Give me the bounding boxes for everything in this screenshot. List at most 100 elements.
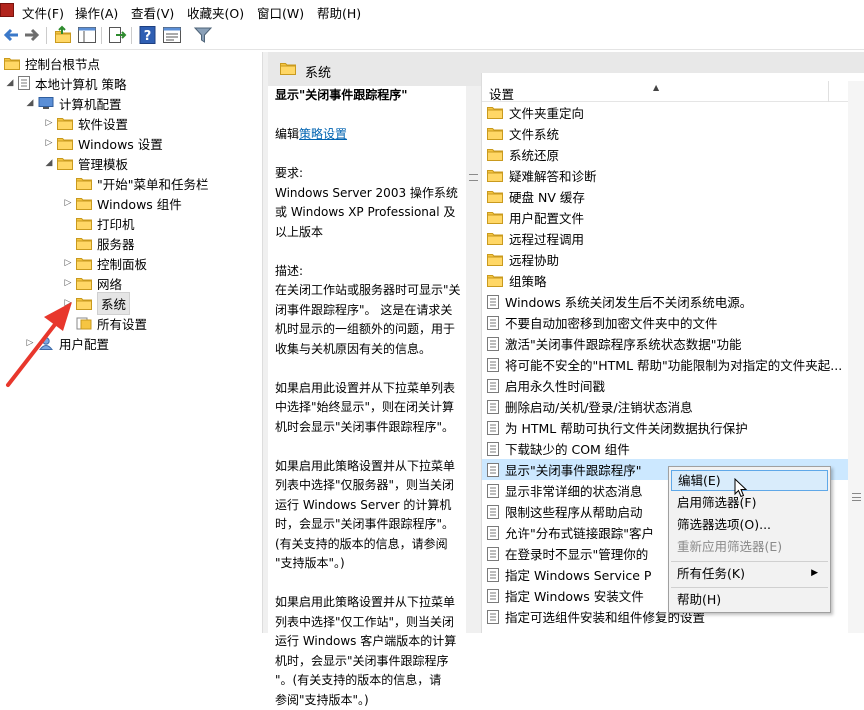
column-divider[interactable] — [828, 81, 829, 102]
policy-setting-icon — [487, 589, 499, 603]
sort-ascending-icon: ▲ — [653, 83, 659, 92]
menu-item-help[interactable]: 帮助(H) — [671, 589, 828, 610]
filter-icon[interactable] — [193, 25, 213, 45]
policy-setting-icon — [487, 400, 499, 414]
tree-item-control-panel[interactable]: ▷ 控制面板 — [62, 253, 147, 273]
expand-arrow-icon[interactable]: ▷ — [62, 198, 74, 208]
edit-policy-link[interactable]: 策略设置 — [299, 127, 347, 141]
expand-arrow-icon[interactable]: ▷ — [24, 338, 36, 348]
help-icon[interactable]: ? — [138, 25, 158, 45]
show-hide-tree-icon[interactable] — [77, 25, 97, 45]
expand-arrow-icon[interactable]: ▷ — [62, 298, 74, 308]
policy-setting-icon — [487, 358, 499, 372]
menu-item-edit[interactable]: 编辑(E) — [671, 470, 828, 491]
description-text: 参阅"支持版本"。) — [275, 691, 466, 710]
description-scrollbar[interactable] — [466, 86, 481, 633]
list-item[interactable]: 组策略 — [482, 270, 848, 291]
tree-item-software-settings[interactable]: ▷ 软件设置 — [43, 113, 128, 133]
list-item[interactable]: 激活"关闭事件跟踪程序系统状态数据"功能 — [482, 333, 848, 354]
menu-favorites[interactable]: 收藏夹(O) — [187, 3, 244, 22]
tree-item-console-root[interactable]: 控制台根节点 — [2, 53, 100, 73]
list-item-label: 组策略 — [509, 271, 547, 290]
description-text: 运行 Windows 客户端版本的计算 — [275, 632, 466, 652]
list-item[interactable]: 启用永久性时间戳 — [482, 375, 848, 396]
tree-item-admin-templates[interactable]: ◢ 管理模板 — [43, 153, 128, 173]
tree-item-windows-components[interactable]: ▷ Windows 组件 — [62, 193, 182, 213]
menu-separator — [671, 587, 828, 588]
menu-file[interactable]: 文件(F) — [22, 3, 64, 22]
tree-item-local-policy[interactable]: ◢ 本地计算机 策略 — [4, 73, 126, 93]
details-title: 系统 — [305, 62, 331, 81]
folder-icon — [487, 148, 503, 161]
up-folder-icon[interactable] — [53, 25, 73, 45]
column-header-setting[interactable]: 设置 — [489, 84, 514, 103]
forward-arrow-icon[interactable] — [22, 25, 42, 45]
folder-icon — [487, 169, 503, 182]
tree-item-start-menu[interactable]: "开始"菜单和任务栏 — [62, 173, 209, 193]
list-item[interactable]: 系统还原 — [482, 144, 848, 165]
list-item-label: 为 HTML 帮助可执行文件关闭数据执行保护 — [505, 418, 748, 437]
policy-setting-icon — [487, 505, 499, 519]
toolbar: ? — [0, 22, 864, 50]
menu-item-all-tasks[interactable]: 所有任务(K) ▶ — [671, 563, 828, 584]
tree-item-user-config[interactable]: ▷ 用户配置 — [24, 333, 109, 353]
list-item-label: 删除启动/关机/登录/注销状态消息 — [505, 397, 693, 416]
list-item[interactable]: 疑难解答和诊断 — [482, 165, 848, 186]
export-list-icon[interactable] — [107, 25, 127, 45]
tree-item-label: 本地计算机 策略 — [35, 74, 126, 93]
description-text: 列表中选择"仅工作站"，则当关闭 — [275, 613, 466, 633]
tree-item-computer-config[interactable]: ◢ 计算机配置 — [24, 93, 122, 113]
policy-setting-icon — [487, 337, 499, 351]
list-item[interactable]: 下载缺少的 COM 组件 — [482, 438, 848, 459]
tree-item-network[interactable]: ▷ 网络 — [62, 273, 122, 293]
toolbar-separator — [46, 27, 47, 44]
list-header: 设置 ▲ — [482, 81, 864, 102]
tree-item-windows-settings[interactable]: ▷ Windows 设置 — [43, 133, 163, 153]
collapse-arrow-icon[interactable]: ◢ — [43, 158, 55, 168]
back-arrow-icon[interactable] — [1, 25, 21, 45]
list-item[interactable]: 将可能不安全的"HTML 帮助"功能限制为对指定的文件夹起... — [482, 354, 848, 375]
policy-setting-icon — [487, 295, 499, 309]
folder-icon — [76, 277, 92, 290]
tree-item-server[interactable]: 服务器 — [62, 233, 135, 253]
list-item[interactable]: 硬盘 NV 缓存 — [482, 186, 848, 207]
folder-icon — [76, 237, 92, 250]
description-text: 中选择"始终显示"，则在闭关计算 — [275, 398, 466, 418]
expand-arrow-icon[interactable]: ▷ — [62, 258, 74, 268]
tree-item-all-settings[interactable]: 所有设置 — [62, 313, 147, 333]
list-item[interactable]: 远程过程调用 — [482, 228, 848, 249]
svg-text:?: ? — [144, 29, 152, 44]
list-item[interactable]: 文件系统 — [482, 123, 848, 144]
menu-item-reapply-filter: 重新应用筛选器(E) — [671, 536, 828, 557]
menu-action[interactable]: 操作(A) — [75, 3, 118, 22]
toolbar-separator — [101, 27, 102, 44]
menu-item-filter-options[interactable]: 筛选器选项(O)... — [671, 514, 828, 535]
list-item[interactable]: 用户配置文件 — [482, 207, 848, 228]
collapse-arrow-icon[interactable]: ◢ — [4, 78, 16, 88]
list-item[interactable]: 远程协助 — [482, 249, 848, 270]
list-item[interactable]: 文件夹重定向 — [482, 102, 848, 123]
tree-item-label: Windows 组件 — [97, 194, 182, 213]
list-item[interactable]: 为 HTML 帮助可执行文件关闭数据执行保护 — [482, 417, 848, 438]
collapse-arrow-icon[interactable]: ◢ — [24, 98, 36, 108]
list-item[interactable]: 不要自动加密移到加密文件夹中的文件 — [482, 312, 848, 333]
expand-arrow-icon[interactable]: ▷ — [62, 278, 74, 288]
list-item-label: 启用永久性时间戳 — [505, 376, 605, 395]
menu-item-enable-filter[interactable]: 启用筛选器(F) — [671, 492, 828, 513]
folder-icon — [487, 253, 503, 266]
menu-help[interactable]: 帮助(H) — [317, 3, 361, 22]
expand-arrow-icon[interactable]: ▷ — [43, 138, 55, 148]
list-item-label: 显示"关闭事件跟踪程序" — [505, 460, 642, 479]
tree-item-system[interactable]: ▷ 系统 — [62, 293, 130, 313]
expand-arrow-icon[interactable]: ▷ — [43, 118, 55, 128]
properties-icon[interactable] — [162, 25, 182, 45]
menu-window[interactable]: 窗口(W) — [257, 3, 304, 22]
list-item[interactable]: Windows 系统关闭发生后不关闭系统电源。 — [482, 291, 848, 312]
tree-item-printers[interactable]: 打印机 — [62, 213, 135, 233]
list-scrollbar[interactable] — [848, 81, 864, 633]
menu-view[interactable]: 查看(V) — [131, 3, 174, 22]
list-item[interactable]: 删除启动/关机/登录/注销状态消息 — [482, 396, 848, 417]
description-text: 如果启用此策略设置并从下拉菜单 — [275, 593, 466, 613]
app-icon — [0, 3, 14, 17]
list-item-label: 远程过程调用 — [509, 229, 584, 248]
